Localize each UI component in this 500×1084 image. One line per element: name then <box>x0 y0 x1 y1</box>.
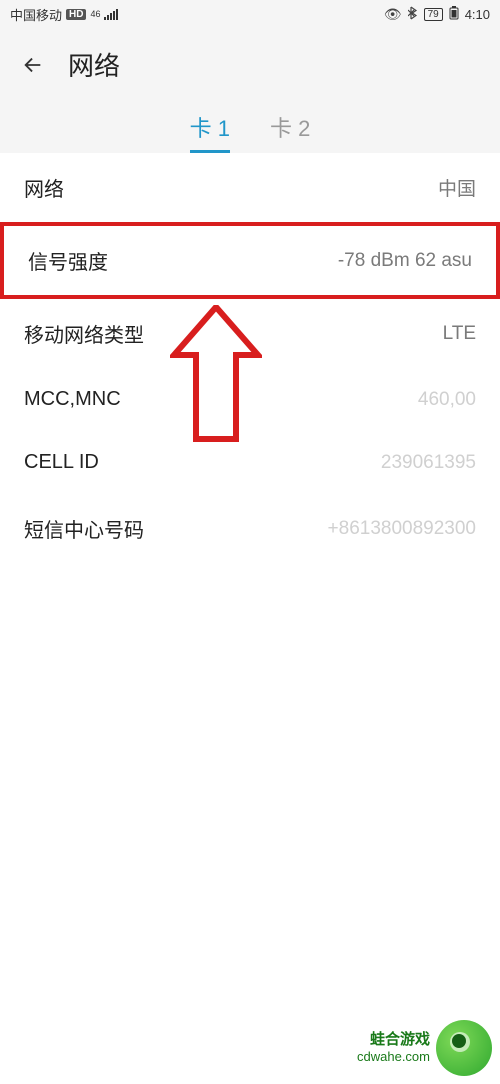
label-nettype: 移动网络类型 <box>24 319 144 348</box>
row-network[interactable]: 网络 中国 <box>0 153 500 222</box>
back-button[interactable] <box>20 52 46 78</box>
watermark-text: 蛙合游戏 cdwahe.com <box>357 1031 430 1065</box>
tab-card-1[interactable]: 卡 1 <box>190 111 230 153</box>
watermark: 蛙合游戏 cdwahe.com <box>357 1020 492 1076</box>
value-mccmnc: 460,00 <box>418 389 476 411</box>
battery-icon <box>449 6 459 23</box>
label-smsc: 短信中心号码 <box>24 514 144 543</box>
battery-level: 79 <box>424 8 443 21</box>
frog-logo-icon <box>436 1020 492 1076</box>
clock-text: 4:10 <box>465 7 490 22</box>
status-right: 👁 79 4:10 <box>384 6 490 23</box>
label-network: 网络 <box>24 173 64 202</box>
hd-badge: HD <box>66 9 86 20</box>
signal-icon <box>104 8 118 20</box>
watermark-name: 蛙合游戏 <box>357 1031 430 1049</box>
label-cellid: CELL ID <box>24 451 99 474</box>
value-smsc: +8613800892300 <box>328 518 476 540</box>
value-nettype: LTE <box>443 323 476 345</box>
row-cell-id[interactable]: CELL ID 239061395 <box>0 431 500 494</box>
network-info-list: 网络 中国 信号强度 -78 dBm 62 asu 移动网络类型 LTE MCC… <box>0 153 500 563</box>
label-signal: 信号强度 <box>28 246 108 275</box>
page-title: 网络 <box>68 46 120 83</box>
page-header: 网络 <box>0 28 500 93</box>
network-indicator: 46 <box>90 9 100 19</box>
value-cellid: 239061395 <box>381 452 476 474</box>
status-bar: 中国移动 HD 46 👁 79 4:10 <box>0 0 500 28</box>
value-network: 中国 <box>438 174 476 201</box>
tab-card-2[interactable]: 卡 2 <box>270 111 310 153</box>
bluetooth-icon <box>408 6 418 23</box>
label-mccmnc: MCC,MNC <box>24 388 121 411</box>
row-signal-strength[interactable]: 信号强度 -78 dBm 62 asu <box>0 222 500 299</box>
status-left: 中国移动 HD 46 <box>10 5 118 24</box>
arrow-left-icon <box>22 54 44 76</box>
carrier-text: 中国移动 <box>10 5 62 24</box>
value-signal: -78 dBm 62 asu <box>338 250 472 272</box>
row-mcc-mnc[interactable]: MCC,MNC 460,00 <box>0 368 500 431</box>
row-network-type[interactable]: 移动网络类型 LTE <box>0 299 500 368</box>
eye-comfort-icon: 👁 <box>384 6 402 23</box>
row-sms-center[interactable]: 短信中心号码 +8613800892300 <box>0 494 500 563</box>
watermark-domain: cdwahe.com <box>357 1049 430 1065</box>
sim-tabs: 卡 1 卡 2 <box>0 93 500 153</box>
